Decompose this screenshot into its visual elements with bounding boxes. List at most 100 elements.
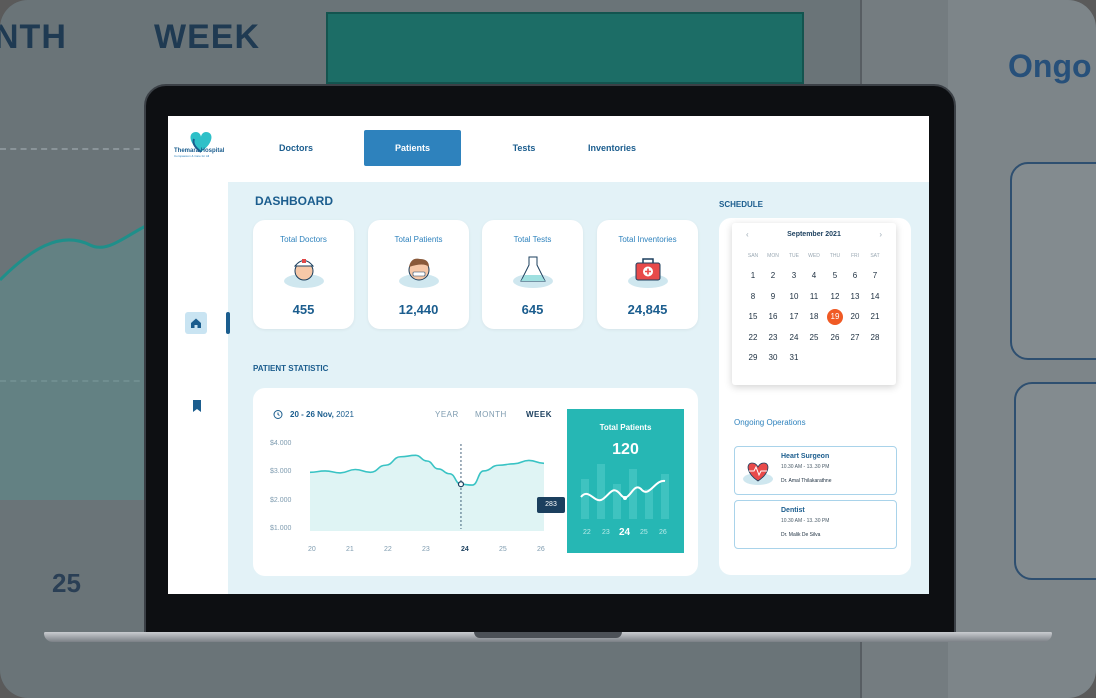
operation-card[interactable]: Heart Surgeon 10.30 AM - 13..30 PM Dr. A…: [734, 446, 897, 495]
calendar-day[interactable]: 2: [763, 269, 783, 283]
hospital-tagline: Compassion & Care for All: [174, 154, 210, 158]
calendar-next-icon[interactable]: ›: [879, 230, 882, 239]
active-indicator: [226, 312, 230, 334]
operation-card[interactable]: Dentist 10.30 AM - 13..30 PM Dr. Malik D…: [734, 500, 897, 549]
calendar-day[interactable]: 3: [784, 269, 804, 283]
mini-x-label: 26: [659, 529, 667, 536]
bg-week-label: WEEK: [154, 18, 260, 56]
bg-day-label: 25: [52, 568, 81, 598]
x-tick-label: 26: [537, 546, 545, 553]
laptop-notch: [474, 632, 622, 638]
calendar-day[interactable]: 26: [825, 331, 845, 345]
stat-card-doctors[interactable]: Total Doctors 455: [253, 220, 354, 329]
highlight-point[interactable]: [457, 481, 465, 488]
bg-ongoing-label: Ongo: [1008, 48, 1092, 84]
calendar-weekday: THU: [829, 253, 841, 259]
calendar-day[interactable]: 13: [845, 290, 865, 304]
calendar-day[interactable]: 22: [743, 331, 763, 345]
calendar-month: September 2021: [787, 231, 841, 238]
calendar-day[interactable]: 16: [763, 310, 783, 324]
stat-card-inventories[interactable]: Total Inventories 24,845: [597, 220, 698, 329]
operation-time: 10.30 AM - 13..30 PM: [781, 464, 830, 470]
calendar-day[interactable]: 14: [865, 290, 885, 304]
calendar-day[interactable]: 8: [743, 290, 763, 304]
calendar-day[interactable]: 18: [804, 310, 824, 324]
bg-operation-card: [1010, 162, 1096, 360]
stat-value: 645: [521, 302, 544, 317]
calendar-day[interactable]: 21: [865, 310, 885, 324]
bookmark-icon[interactable]: [192, 400, 202, 412]
total-patients-label: Total Patients: [599, 423, 652, 432]
nav-inventories[interactable]: Inventories: [578, 130, 646, 166]
calendar-day[interactable]: 28: [865, 331, 885, 345]
schedule-title: SCHEDULE: [719, 200, 764, 209]
calendar-day[interactable]: 30: [763, 351, 783, 365]
bg-total-patients-panel: [326, 12, 804, 84]
calendar-day[interactable]: 11: [804, 290, 824, 304]
calendar-day[interactable]: 27: [845, 331, 865, 345]
chart-tooltip: 283: [537, 497, 565, 513]
home-nav-button[interactable]: [185, 312, 207, 334]
x-tick-label: 22: [384, 546, 392, 553]
doctor-icon: [284, 259, 324, 288]
operation-doctor: Dr. Amal Thilakarathne: [781, 478, 832, 484]
bg-operation-card: [1014, 382, 1096, 580]
nav-tests[interactable]: Tests: [494, 130, 554, 166]
stat-label: Total Doctors: [280, 235, 327, 244]
calendar-day[interactable]: 1: [743, 269, 763, 283]
calendar-weekday: TUE: [789, 253, 799, 259]
calendar-day[interactable]: 9: [763, 290, 783, 304]
top-navbar: Themara Hospital Compassion & Care for A…: [168, 116, 929, 182]
first-aid-kit-icon: [628, 258, 668, 288]
calendar-day[interactable]: 20: [845, 310, 865, 324]
test-flask-icon: [513, 256, 553, 288]
operation-doctor: Dr. Malik De Silva: [781, 532, 821, 538]
mini-x-label-active: 24: [619, 527, 631, 538]
calendar-weekday: SAN: [747, 253, 759, 259]
stat-label: Total Patients: [394, 235, 443, 244]
calendar-day[interactable]: 31: [784, 351, 804, 365]
stat-label: Total Tests: [513, 235, 552, 244]
calendar-weekday: WED: [808, 253, 820, 259]
total-patients-value: 120: [612, 441, 639, 458]
calendar-day[interactable]: 4: [804, 269, 824, 283]
mini-x-label: 22: [583, 529, 591, 536]
patient-icon: [399, 258, 439, 288]
stat-card-tests[interactable]: Total Tests 645: [482, 220, 583, 329]
home-icon: [191, 318, 201, 328]
calendar-weekday: MON: [767, 253, 779, 259]
series-area: [310, 455, 544, 531]
mini-x-label: 25: [640, 529, 648, 536]
calendar-day[interactable]: 25: [804, 331, 824, 345]
calendar-day[interactable]: 23: [763, 331, 783, 345]
bg-month-label: NTH: [0, 18, 67, 56]
calendar-day[interactable]: 5: [825, 269, 845, 283]
stat-label: Total Inventories: [618, 235, 677, 244]
x-tick-label: 25: [499, 546, 507, 553]
operation-name: Heart Surgeon: [781, 453, 830, 460]
calendar-day[interactable]: 7: [865, 269, 885, 283]
nav-doctors[interactable]: Doctors: [264, 130, 328, 166]
calendar-day[interactable]: 29: [743, 351, 763, 365]
stat-value: 455: [292, 302, 315, 317]
total-patients-card: Total Patients 120 22 23 24 25 26: [567, 409, 684, 553]
calendar-day[interactable]: 24: [784, 331, 804, 345]
operation-name: Dentist: [781, 507, 805, 514]
bg-wave: [0, 218, 160, 500]
x-tick-label: 21: [346, 546, 354, 553]
heart-icon: [743, 462, 773, 485]
calendar-weekday: SAT: [870, 253, 880, 259]
calendar-day[interactable]: 12: [825, 290, 845, 304]
calendar-day[interactable]: 6: [845, 269, 865, 283]
calendar-day[interactable]: 10: [784, 290, 804, 304]
mini-x-label: 23: [602, 529, 610, 536]
stat-card-patients[interactable]: Total Patients 12,440: [368, 220, 469, 329]
ongoing-operations-title: Ongoing Operations: [734, 418, 806, 427]
x-tick-label: 23: [422, 546, 430, 553]
calendar-day[interactable]: 15: [743, 310, 763, 324]
hospital-logo: [190, 132, 212, 153]
patient-statistic-title: PATIENT STATISTIC: [253, 364, 329, 373]
calendar-day[interactable]: 17: [784, 310, 804, 324]
nav-patients[interactable]: Patients: [364, 130, 461, 166]
calendar-day-selected[interactable]: 19: [827, 309, 843, 325]
